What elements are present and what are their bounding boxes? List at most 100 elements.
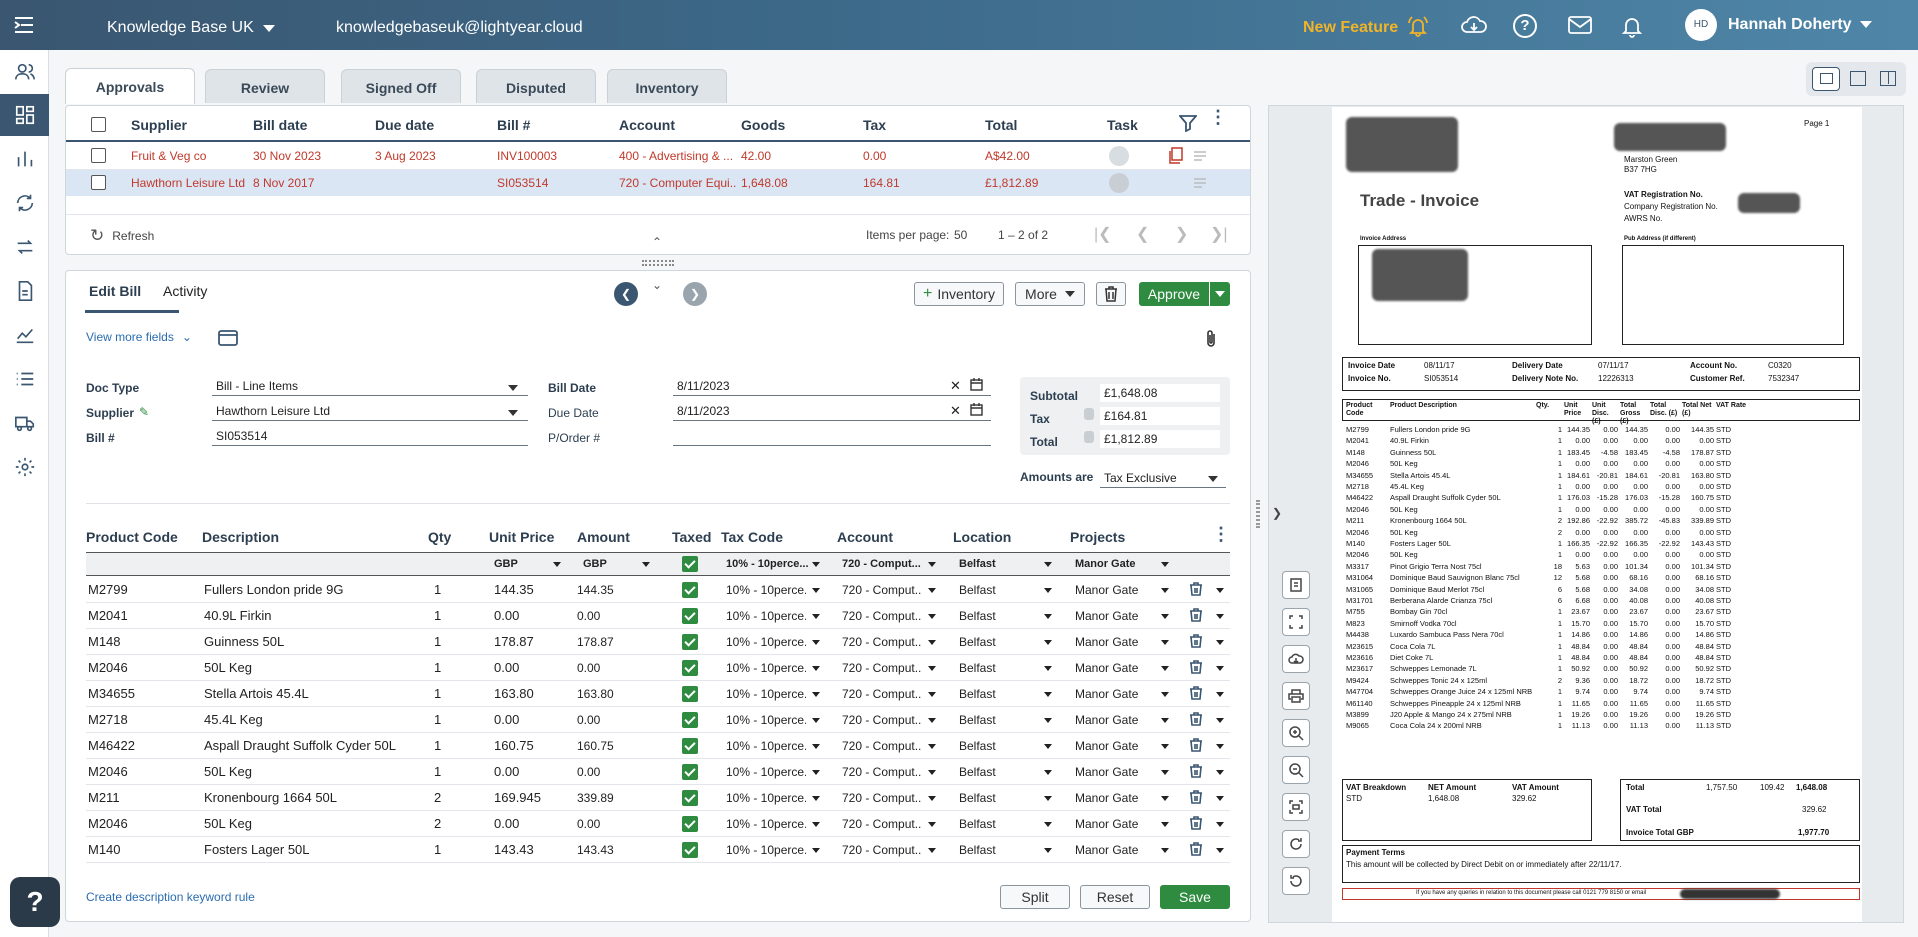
- unit-price-cell[interactable]: 143.43: [494, 842, 534, 857]
- account-caret-icon[interactable]: [928, 822, 936, 827]
- location-caret-icon[interactable]: [1044, 744, 1052, 749]
- account-caret-icon[interactable]: [928, 718, 936, 723]
- notes-icon[interactable]: [1193, 150, 1207, 165]
- col-bill-number[interactable]: Bill #: [497, 117, 530, 133]
- cloud-sync-icon[interactable]: [1460, 13, 1488, 40]
- line-options-caret-icon[interactable]: [1216, 796, 1224, 801]
- copy-icon[interactable]: [1168, 147, 1184, 168]
- expand-chevron-icon[interactable]: ⌄: [652, 278, 662, 292]
- project-cell[interactable]: Manor Gate: [1075, 687, 1138, 701]
- table-row[interactable]: Fruit & Veg co 30 Nov 2023 3 Aug 2023 IN…: [66, 142, 1250, 170]
- project-caret-icon[interactable]: [1161, 588, 1169, 593]
- product-code-cell[interactable]: M140: [88, 842, 121, 857]
- taxed-checkbox[interactable]: [682, 660, 698, 676]
- project-caret-icon[interactable]: [1161, 848, 1169, 853]
- tab-approvals[interactable]: Approvals: [65, 68, 195, 104]
- collapse-chevron-icon[interactable]: ⌃: [652, 235, 662, 249]
- default-projects-caret-icon[interactable]: [1161, 562, 1169, 567]
- tab-signed-off[interactable]: Signed Off: [341, 69, 461, 103]
- table-row[interactable]: M140 Fosters Lager 50L 1 143.43 143.43 10% - …: [86, 837, 1230, 863]
- tab-disputed[interactable]: Disputed: [476, 69, 596, 103]
- bill-date-input[interactable]: 8/11/2023: [673, 378, 991, 396]
- tax-code-caret-icon[interactable]: [812, 796, 820, 801]
- more-vert-icon[interactable]: ⋮: [1209, 108, 1227, 126]
- qty-cell[interactable]: 1: [434, 582, 441, 597]
- assignee-avatar-icon[interactable]: [1109, 173, 1129, 193]
- col-total[interactable]: Total: [985, 117, 1017, 133]
- tax-code-cell[interactable]: 10% - 10perce...: [726, 765, 806, 779]
- qty-cell[interactable]: 1: [434, 738, 441, 753]
- qty-cell[interactable]: 1: [434, 634, 441, 649]
- doc-type-select[interactable]: Bill - Line Items: [212, 378, 528, 396]
- location-caret-icon[interactable]: [1044, 692, 1052, 697]
- line-options-caret-icon[interactable]: [1216, 614, 1224, 619]
- delete-line-icon[interactable]: [1190, 764, 1202, 778]
- default-tax-code-caret-icon[interactable]: [812, 562, 820, 567]
- line-options-caret-icon[interactable]: [1216, 848, 1224, 853]
- single-view-icon[interactable]: [1850, 71, 1866, 86]
- project-caret-icon[interactable]: [1161, 692, 1169, 697]
- location-caret-icon[interactable]: [1044, 640, 1052, 645]
- project-caret-icon[interactable]: [1161, 614, 1169, 619]
- add-inventory-button[interactable]: + Inventory: [914, 282, 1004, 306]
- notes-icon[interactable]: [1193, 177, 1207, 192]
- unit-price-cell[interactable]: 163.80: [494, 686, 534, 701]
- line-options-caret-icon[interactable]: [1216, 770, 1224, 775]
- qty-cell[interactable]: 2: [434, 816, 441, 831]
- porder-input[interactable]: [673, 428, 991, 446]
- lines-more-vert-icon[interactable]: ⋮: [1212, 524, 1230, 545]
- prev-page-icon[interactable]: ❮: [1136, 224, 1149, 244]
- prev-bill-icon[interactable]: ❮: [614, 282, 638, 306]
- account-caret-icon[interactable]: [928, 614, 936, 619]
- supplier-caret-icon[interactable]: [508, 410, 518, 416]
- col-supplier[interactable]: Supplier: [131, 117, 187, 133]
- unit-price-cell[interactable]: 0.00: [494, 660, 519, 675]
- default-location[interactable]: Belfast: [959, 558, 996, 570]
- account-caret-icon[interactable]: [928, 692, 936, 697]
- panel-drag-handle[interactable]: [1256, 500, 1260, 528]
- table-row[interactable]: M46422 Aspall Draught Suffolk Cyder 50L 1 1…: [86, 733, 1230, 759]
- project-cell[interactable]: Manor Gate: [1075, 661, 1138, 675]
- project-cell[interactable]: Manor Gate: [1075, 609, 1138, 623]
- project-cell[interactable]: Manor Gate: [1075, 817, 1138, 831]
- sidebar-item-reports[interactable]: [0, 138, 49, 180]
- delete-line-icon[interactable]: [1190, 582, 1202, 596]
- tax-code-cell[interactable]: 10% - 10perce...: [726, 791, 806, 805]
- location-caret-icon[interactable]: [1044, 588, 1052, 593]
- product-code-cell[interactable]: M2799: [88, 582, 128, 597]
- account-cell[interactable]: 720 - Comput...: [842, 687, 922, 701]
- description-cell[interactable]: Aspall Draught Suffolk Cyder 50L: [204, 738, 396, 753]
- table-row[interactable]: M2046 50L Keg 1 0.00 0.00 10% - 10perce... 720…: [86, 655, 1230, 681]
- taxed-checkbox[interactable]: [682, 712, 698, 728]
- location-cell[interactable]: Belfast: [959, 765, 996, 779]
- account-caret-icon[interactable]: [928, 588, 936, 593]
- tax-code-cell[interactable]: 10% - 10perce...: [726, 713, 806, 727]
- account-cell[interactable]: 720 - Comput...: [842, 583, 922, 597]
- account-caret-icon[interactable]: [928, 666, 936, 671]
- product-code-cell[interactable]: M2046: [88, 764, 128, 779]
- project-cell[interactable]: Manor Gate: [1075, 843, 1138, 857]
- line-options-caret-icon[interactable]: [1216, 666, 1224, 671]
- table-row[interactable]: M211 Kronenbourg 1664 50L 2 169.945 339.89 10…: [86, 785, 1230, 811]
- help-chat-button[interactable]: ?: [10, 877, 60, 927]
- delete-line-icon[interactable]: [1190, 660, 1202, 674]
- line-options-caret-icon[interactable]: [1216, 692, 1224, 697]
- table-row[interactable]: M2718 45.4L Keg 1 0.00 0.00 10% - 10perce... 7…: [86, 707, 1230, 733]
- account-cell[interactable]: 720 - Comput...: [842, 765, 922, 779]
- table-row[interactable]: M2041 40.9L Firkin 1 0.00 0.00 10% - 10perce.…: [86, 603, 1230, 629]
- save-button[interactable]: Save: [1160, 885, 1230, 909]
- account-cell[interactable]: 720 - Comput...: [842, 609, 922, 623]
- default-unit-price-caret-icon[interactable]: [553, 562, 561, 567]
- description-cell[interactable]: Kronenbourg 1664 50L: [204, 790, 337, 805]
- tab-edit-bill[interactable]: Edit Bill: [89, 283, 141, 299]
- qty-cell[interactable]: 1: [434, 764, 441, 779]
- location-caret-icon[interactable]: [1044, 614, 1052, 619]
- sidebar-item-deliveries[interactable]: [0, 402, 49, 444]
- sidebar-item-transfers[interactable]: [0, 226, 49, 268]
- due-date-clear-icon[interactable]: ✕: [950, 403, 961, 419]
- amounts-caret-icon[interactable]: [1208, 476, 1218, 482]
- project-caret-icon[interactable]: [1161, 718, 1169, 723]
- due-date-input[interactable]: 8/11/2023: [673, 403, 991, 421]
- account-caret-icon[interactable]: [928, 796, 936, 801]
- delete-line-icon[interactable]: [1190, 608, 1202, 622]
